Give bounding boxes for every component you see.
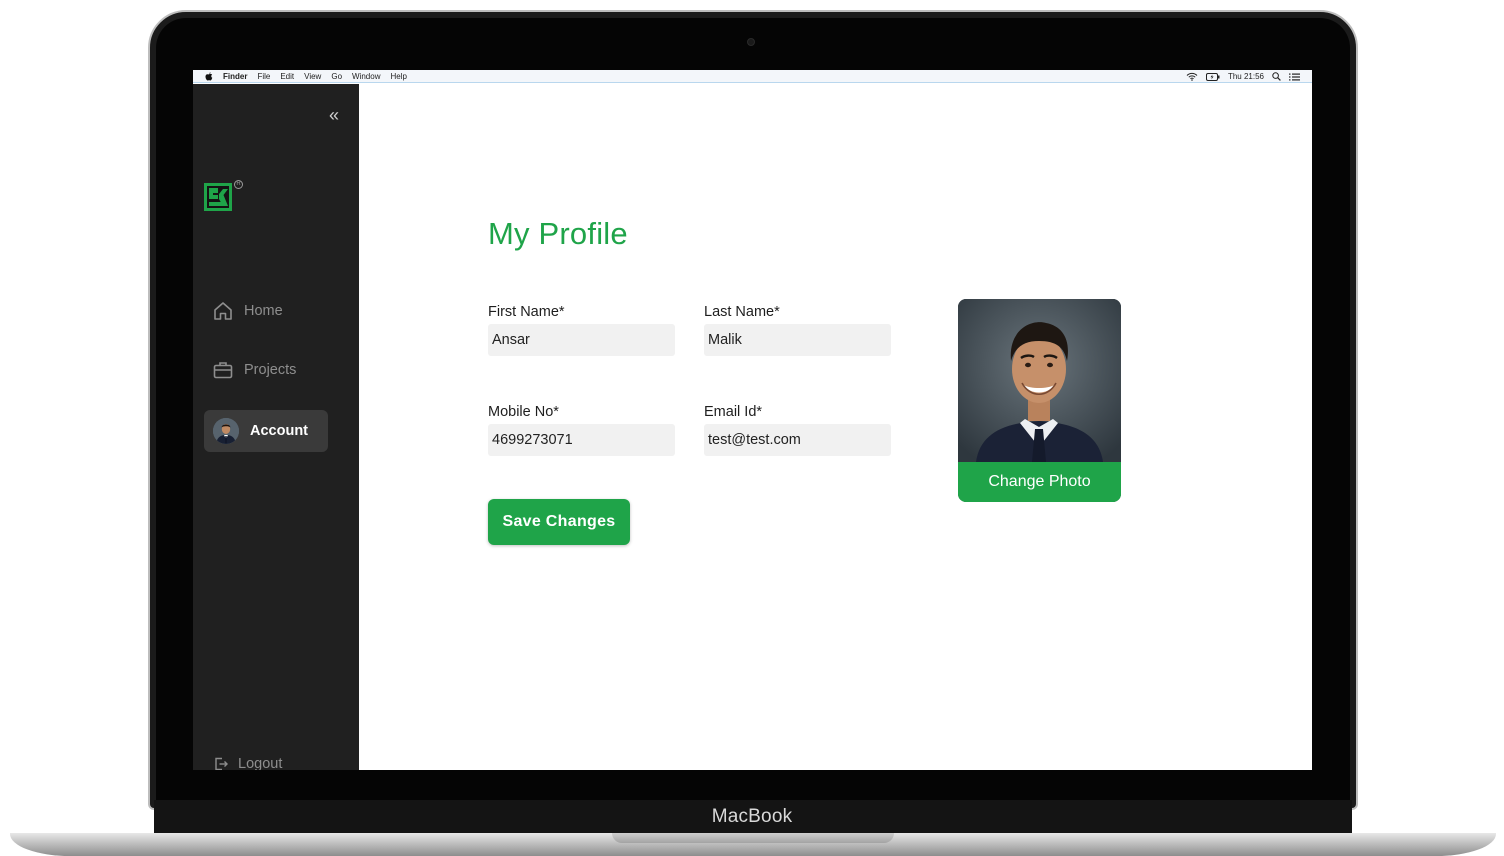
sidebar-item-label: Account	[250, 423, 308, 439]
profile-photo-card: Change Photo	[958, 299, 1121, 502]
logout-icon	[213, 756, 229, 770]
page-title: My Profile	[488, 216, 628, 251]
macos-menubar: Finder File Edit View Go Window Help Thu…	[193, 70, 1312, 83]
briefcase-icon	[212, 359, 234, 381]
sidebar-item-label: Projects	[244, 362, 297, 378]
sidebar-item-home[interactable]: Home	[204, 290, 328, 332]
menubar-status-area: Thu 21:56	[1186, 70, 1300, 83]
email-field[interactable]	[704, 424, 891, 456]
device-brand-label: MacBook	[711, 806, 793, 827]
menu-go[interactable]: Go	[331, 72, 342, 81]
menu-edit[interactable]: Edit	[280, 72, 294, 81]
menu-view[interactable]: View	[304, 72, 321, 81]
mobile-label: Mobile No*	[488, 404, 559, 420]
logout-label: Logout	[238, 756, 283, 770]
apple-icon[interactable]	[205, 71, 213, 81]
menu-app-finder[interactable]: Finder	[223, 72, 247, 81]
sidebar: « R Home Projects Account Logout	[193, 84, 359, 770]
mobile-field[interactable]	[488, 424, 675, 456]
first-name-label: First Name*	[488, 304, 565, 320]
battery-icon[interactable]	[1205, 72, 1220, 81]
logout-button[interactable]: Logout	[213, 756, 282, 770]
last-name-field[interactable]	[704, 324, 891, 356]
sidebar-item-account[interactable]: Account	[204, 410, 328, 452]
wifi-icon[interactable]	[1186, 72, 1198, 81]
camera-dot	[747, 38, 755, 46]
collapse-sidebar-button[interactable]: «	[329, 106, 339, 124]
laptop-notch	[612, 833, 894, 843]
screen: Finder File Edit View Go Window Help Thu…	[193, 70, 1312, 770]
menu-help[interactable]: Help	[390, 72, 406, 81]
change-photo-button[interactable]: Change Photo	[958, 462, 1121, 502]
avatar	[213, 418, 239, 444]
sidebar-item-label: Home	[244, 303, 283, 319]
registered-mark-icon: R	[234, 180, 243, 189]
sidebar-item-projects[interactable]: Projects	[204, 349, 328, 391]
first-name-field[interactable]	[488, 324, 675, 356]
profile-photo	[958, 299, 1121, 462]
spotlight-search-icon[interactable]	[1272, 72, 1281, 81]
last-name-label: Last Name*	[704, 304, 780, 320]
home-icon	[212, 300, 234, 322]
email-label: Email Id*	[704, 404, 763, 420]
menubar-clock[interactable]: Thu 21:56	[1228, 72, 1264, 81]
menu-window[interactable]: Window	[352, 72, 380, 81]
notification-center-icon[interactable]	[1289, 73, 1300, 81]
app-logo-icon	[204, 183, 232, 211]
menu-file[interactable]: File	[257, 72, 270, 81]
save-changes-button[interactable]: Save Changes	[488, 499, 630, 545]
